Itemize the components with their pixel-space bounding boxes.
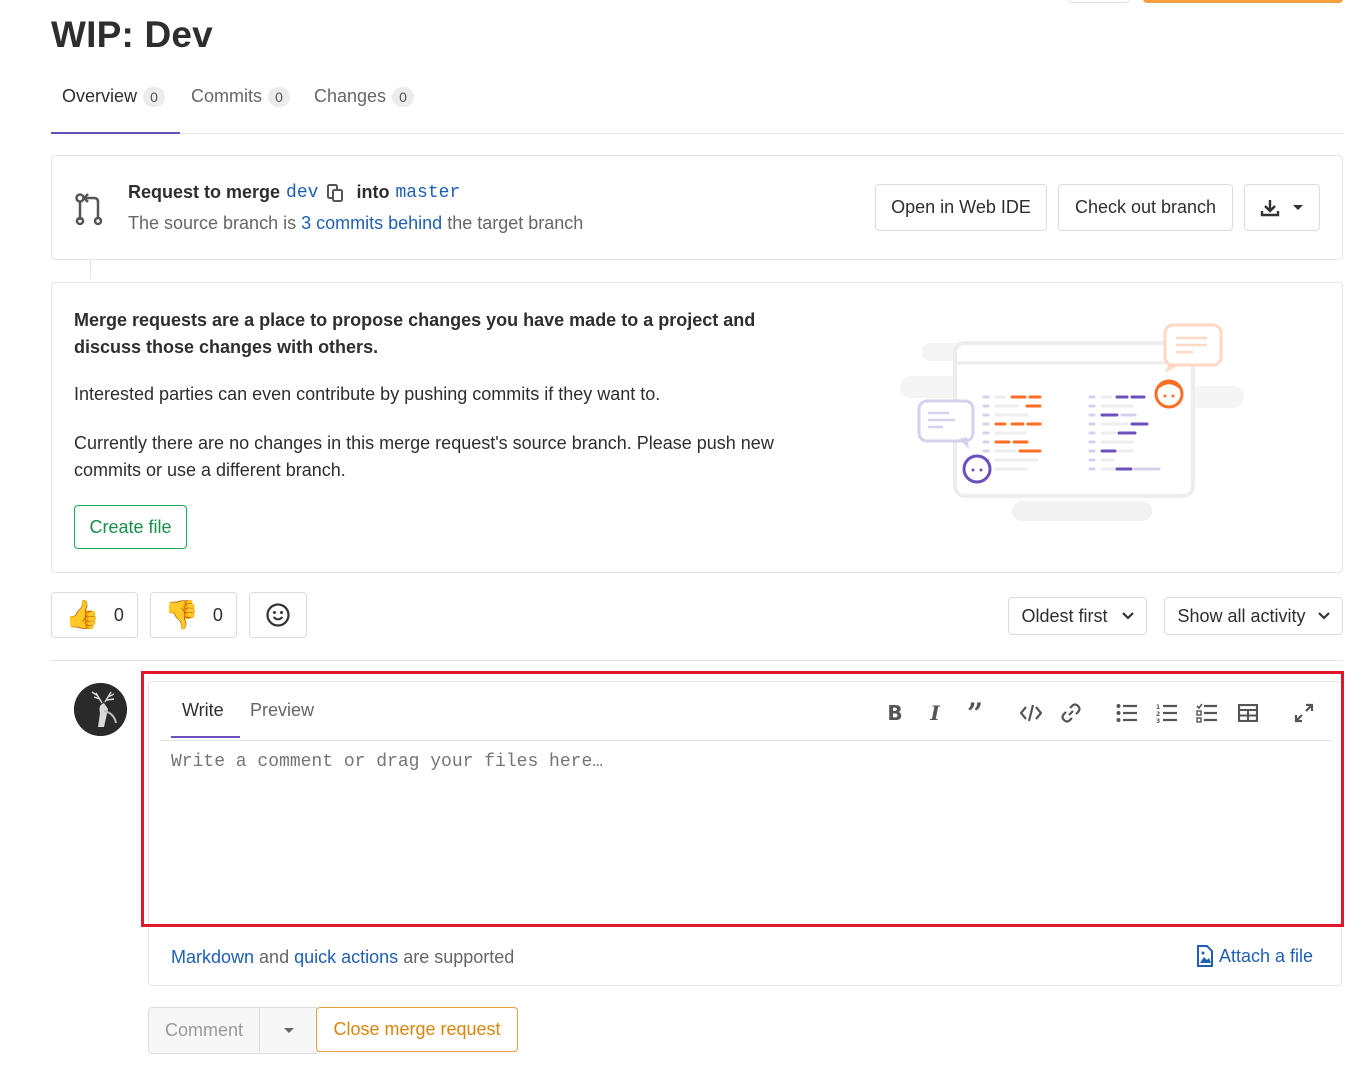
bullet-list-icon[interactable]: [1116, 702, 1138, 724]
quote-icon[interactable]: ”: [964, 697, 986, 730]
merge-request-widget: Request to merge dev into master The sou…: [51, 155, 1343, 260]
link-icon[interactable]: [1060, 702, 1082, 724]
tab-preview[interactable]: Preview: [250, 700, 314, 721]
thumbs-up-count: 0: [113, 604, 124, 625]
tab-overview[interactable]: Overview 0: [62, 86, 166, 107]
smiley-icon: [266, 603, 290, 627]
comment-options-toggle[interactable]: [260, 1008, 318, 1053]
merge-request-icon: [75, 193, 103, 226]
avatar[interactable]: [74, 683, 127, 736]
check-out-branch-button[interactable]: Check out branch: [1058, 184, 1233, 231]
tab-commits[interactable]: Commits 0: [191, 86, 290, 107]
chevron-down-icon: [1121, 612, 1134, 620]
markdown-and-text: and: [259, 947, 290, 967]
chevron-down-icon: [1293, 204, 1303, 210]
empty-state-panel: Merge requests are a place to propose ch…: [51, 282, 1343, 573]
markdown-supported-text: are supported: [403, 947, 515, 967]
merge-request-description: Request to merge dev into master: [128, 182, 460, 203]
copy-branch-icon[interactable]: [326, 183, 344, 203]
top-primary-button-stub[interactable]: [1143, 0, 1343, 3]
svg-text:3: 3: [1156, 718, 1160, 723]
create-file-button[interactable]: Create file: [74, 505, 187, 549]
top-action-button-stub[interactable]: [1068, 0, 1130, 3]
editor-footer: Markdown and quick actions are supported…: [149, 927, 1341, 985]
tab-overview-label: Overview: [62, 86, 138, 106]
table-icon[interactable]: [1237, 702, 1259, 724]
tab-write[interactable]: Write: [182, 700, 224, 721]
empty-state-no-changes-text: Currently there are no changes in this m…: [74, 433, 774, 480]
quick-actions-link[interactable]: quick actions: [294, 947, 398, 967]
commits-behind-link[interactable]: 3 commits behind: [301, 213, 442, 233]
page-title: WIP: Dev: [51, 14, 213, 55]
comment-editor: Write Preview B I ” 123 Markdown: [148, 681, 1342, 986]
markdown-hint: Markdown and quick actions are supported: [171, 947, 514, 968]
merge-request-label: Request to merge: [128, 182, 281, 202]
markdown-link[interactable]: Markdown: [171, 947, 254, 967]
download-icon: [1260, 199, 1280, 216]
empty-state-contribute-text: Interested parties can even contribute b…: [74, 384, 661, 404]
thumbs-up-icon: 👍: [65, 599, 100, 630]
activity-filter-label: Show all activity: [1177, 605, 1306, 626]
attach-file-label: Attach a file: [1219, 945, 1314, 966]
merge-request-illustration: [900, 323, 1244, 521]
branch-status-suffix: the target branch: [447, 213, 584, 233]
target-branch-link[interactable]: master: [395, 183, 460, 203]
tab-commits-count: 0: [268, 86, 290, 107]
comment-button[interactable]: Comment: [149, 1008, 260, 1053]
sort-order-dropdown[interactable]: Oldest first: [1008, 597, 1147, 635]
numbered-list-icon[interactable]: 123: [1156, 702, 1178, 724]
chevron-down-icon: [284, 1027, 294, 1033]
source-branch-link[interactable]: dev: [286, 183, 318, 203]
file-image-icon: [1197, 945, 1213, 967]
write-tab-indicator: [171, 736, 240, 738]
thumbs-down-count: 0: [212, 604, 223, 625]
tab-overview-count: 0: [143, 86, 166, 107]
code-icon[interactable]: [1020, 702, 1042, 724]
tab-changes-count: 0: [392, 86, 415, 107]
task-list-icon[interactable]: [1196, 702, 1218, 724]
attach-file-link[interactable]: Attach a file: [1196, 945, 1313, 967]
comment-textarea[interactable]: [171, 752, 1311, 912]
tab-changes-label: Changes: [314, 86, 387, 106]
tab-changes[interactable]: Changes 0: [314, 86, 415, 107]
chevron-down-icon: [1317, 612, 1330, 620]
open-web-ide-button[interactable]: Open in Web IDE: [875, 184, 1047, 231]
into-label: into: [356, 182, 390, 202]
thumbs-down-icon: 👎: [164, 599, 199, 630]
thumbs-down-award-button[interactable]: 👎 0: [150, 592, 237, 638]
fullscreen-icon[interactable]: [1293, 702, 1315, 724]
svg-text:2: 2: [1156, 711, 1160, 718]
editor-tabs: Write Preview B I ” 123: [160, 682, 1332, 741]
empty-state-intro: Merge requests are a place to propose ch…: [74, 310, 756, 357]
comment-split-button: Comment: [148, 1007, 319, 1054]
branch-status-prefix: The source branch is: [128, 213, 297, 233]
section-divider: [51, 660, 1343, 661]
mr-tabs: Overview 0 Commits 0 Changes 0: [51, 74, 1343, 134]
bold-icon[interactable]: B: [884, 701, 906, 725]
download-dropdown-button[interactable]: [1244, 184, 1320, 231]
italic-icon[interactable]: I: [924, 701, 946, 725]
add-reaction-button[interactable]: [249, 592, 307, 638]
tab-commits-label: Commits: [191, 86, 262, 106]
deer-avatar-icon: [74, 683, 127, 736]
thumbs-up-award-button[interactable]: 👍 0: [51, 592, 138, 638]
branch-status: The source branch is 3 commits behind th…: [128, 213, 583, 234]
active-tab-indicator: [51, 132, 180, 134]
svg-text:1: 1: [1156, 704, 1160, 711]
close-merge-request-button[interactable]: Close merge request: [316, 1007, 518, 1052]
sort-order-label: Oldest first: [1021, 605, 1108, 626]
activity-filter-dropdown[interactable]: Show all activity: [1164, 597, 1343, 635]
timeline-connector: [90, 260, 91, 279]
